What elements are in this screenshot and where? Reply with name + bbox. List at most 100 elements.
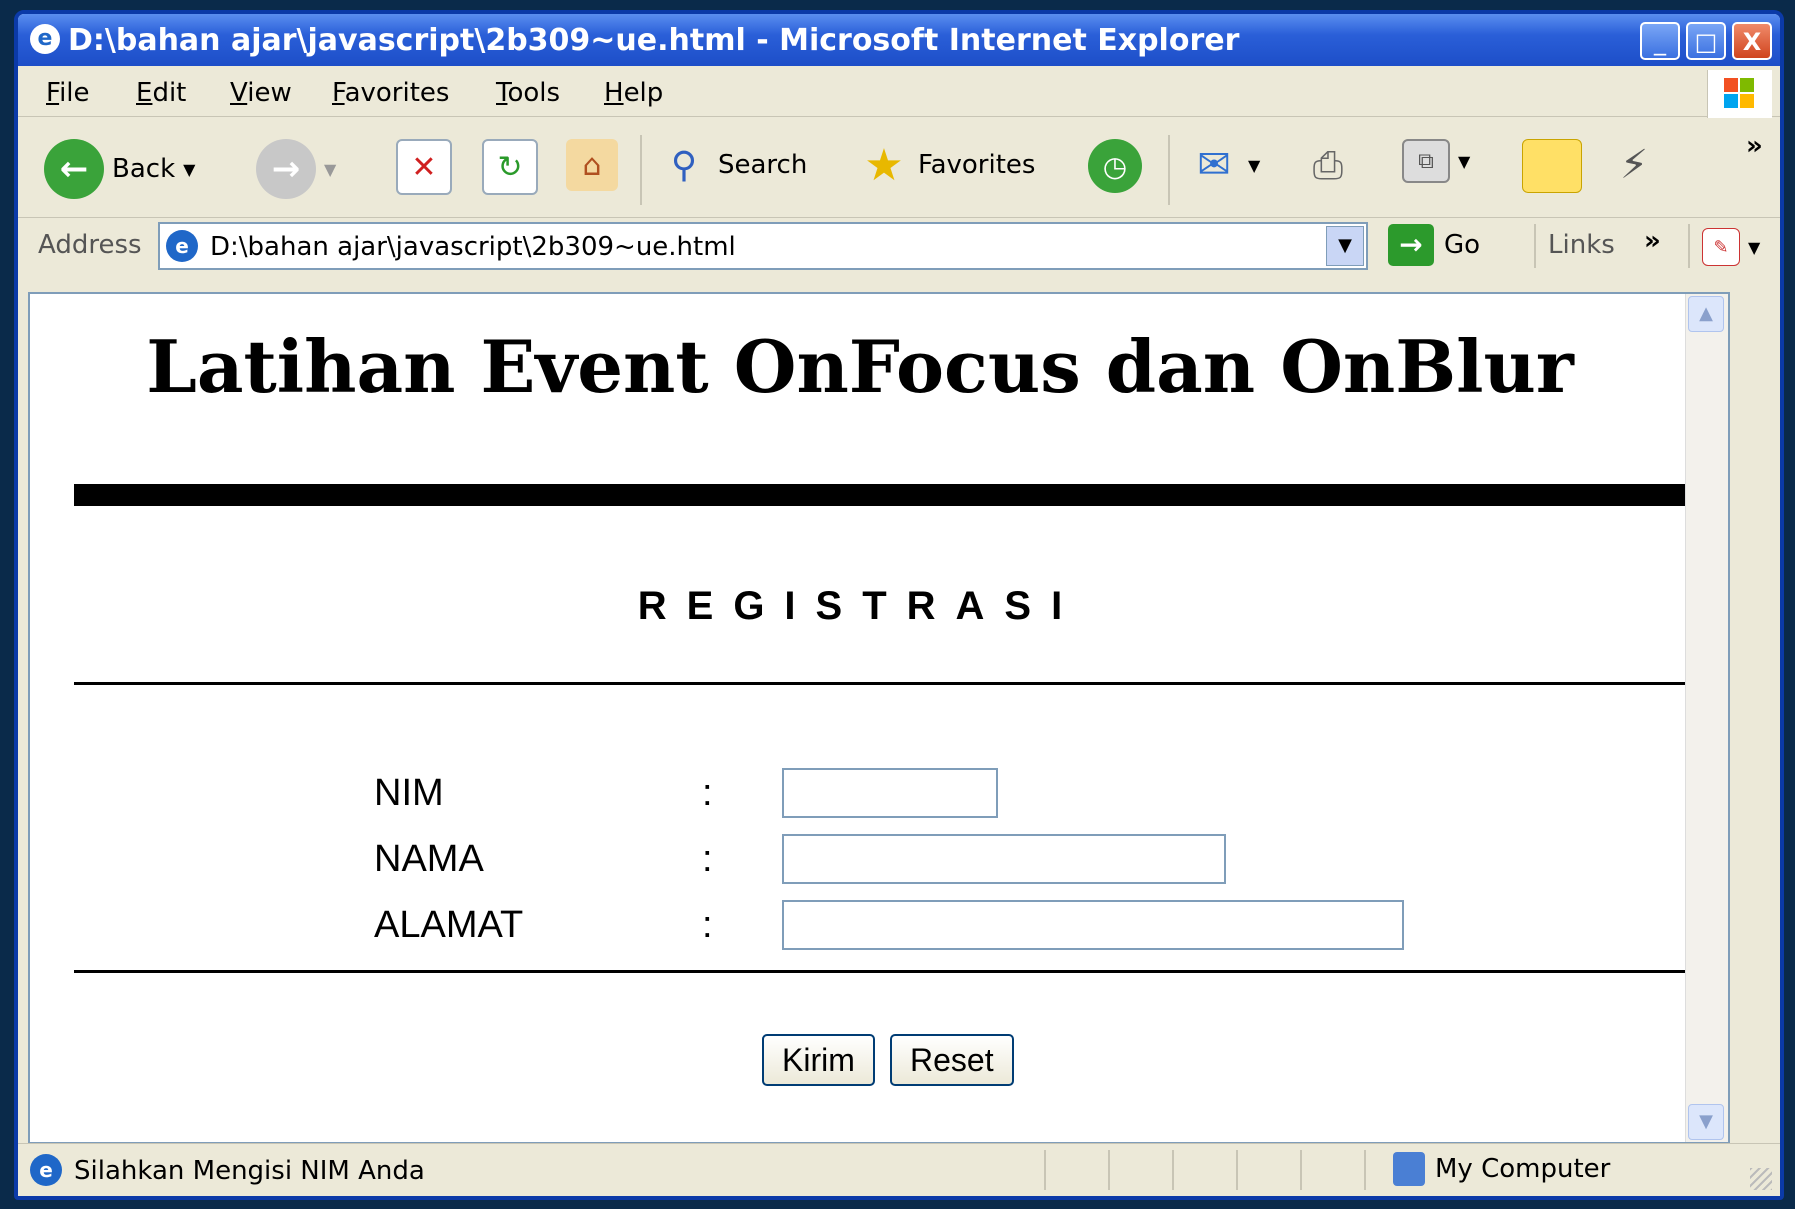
nama-colon: : [702,838,713,880]
toolbar: ← Back ▼ → ▼ ✕ ↻ ⌂ ⚲ Search ★ Favorites … [18,117,1780,218]
menu-tools[interactable]: Tools [496,78,560,108]
page-content: Latihan Event OnFocus dan OnBlur REGISTR… [28,292,1730,1144]
refresh-icon: ↻ [482,139,538,195]
address-dropdown-icon[interactable]: ▼ [1326,226,1364,266]
history-icon: ◷ [1088,139,1142,193]
security-zone: My Computer [1393,1152,1610,1186]
nim-label: NIM [374,772,444,814]
submit-button[interactable]: Kirim [762,1034,875,1086]
address-bar: Address e D:\bahan ajar\javascript\2b309… [18,218,1780,274]
address-url: D:\bahan ajar\javascript\2b309~ue.html [210,232,736,262]
nama-label: NAMA [374,838,484,880]
address-label: Address [38,230,142,260]
nim-colon: : [702,772,713,814]
pdf-icon: ✎ [1702,228,1740,266]
menu-bar: File Edit View Favorites Tools Help [18,66,1780,117]
menu-edit[interactable]: Edit [136,78,186,108]
history-button[interactable]: ◷ [1088,139,1142,193]
computer-icon [1393,1152,1425,1186]
status-page-icon: e [30,1154,62,1186]
vertical-scrollbar[interactable]: ▲ ▼ [1685,294,1728,1142]
pdf-dropdown-icon[interactable]: ▼ [1748,238,1760,257]
forward-dropdown-icon: ▼ [324,159,337,179]
menu-favorites[interactable]: Favorites [332,78,449,108]
mail-button[interactable]: ✉ ▼ [1188,139,1260,191]
lightning-icon: ⚡ [1619,142,1649,188]
home-button[interactable]: ⌂ [566,139,618,191]
edit-dropdown-icon[interactable]: ▼ [1458,152,1470,171]
section-heading: REGISTRASI [637,584,1083,628]
stop-button[interactable]: ✕ [396,139,452,195]
status-separator [1172,1150,1174,1190]
toolbar-separator [1168,135,1170,205]
star-icon: ★ [864,139,904,191]
notes-icon [1522,139,1582,193]
menu-file[interactable]: File [46,78,90,108]
printer-icon: ⎙ [1312,142,1344,187]
close-button[interactable]: X [1732,22,1772,60]
home-icon: ⌂ [566,139,618,191]
thick-divider [74,484,1696,506]
print-button[interactable]: ⎙ [1302,139,1354,191]
edit-button[interactable]: ⧉ ▼ [1402,139,1470,183]
links-button[interactable]: Links [1548,230,1615,260]
links-more-icon[interactable]: » [1644,226,1661,256]
nim-input[interactable] [782,768,998,818]
title-bar[interactable]: e D:\bahan ajar\javascript\2b309~ue.html… [18,14,1780,66]
status-text: Silahkan Mengisi NIM Anda [74,1156,425,1186]
maximize-button[interactable]: □ [1686,22,1726,60]
resize-grip-icon[interactable] [1750,1168,1772,1190]
favorites-button[interactable]: ★ Favorites [858,139,1035,191]
address-separator [1534,224,1536,268]
forward-button[interactable]: → ▼ [256,139,336,199]
minimize-button[interactable]: _ [1640,22,1680,60]
refresh-button[interactable]: ↻ [482,139,538,195]
pdf-button[interactable]: ✎ ▼ [1702,228,1760,266]
back-button[interactable]: ← Back ▼ [44,139,195,199]
address-input[interactable]: e D:\bahan ajar\javascript\2b309~ue.html… [158,222,1368,270]
alamat-colon: : [702,904,713,946]
toolbar-separator [640,135,642,205]
windows-logo-icon [1707,70,1772,118]
search-icon: ⚲ [670,144,698,186]
window-title: D:\bahan ajar\javascript\2b309~ue.html -… [68,23,1240,58]
mail-icon: ✉ [1197,142,1231,188]
stop-icon: ✕ [396,139,452,195]
scroll-up-icon[interactable]: ▲ [1688,296,1724,332]
search-button[interactable]: ⚲ Search [658,139,808,191]
divider [74,682,1696,685]
scroll-down-icon[interactable]: ▼ [1688,1104,1724,1140]
mail-dropdown-icon[interactable]: ▼ [1248,156,1260,175]
status-separator [1236,1150,1238,1190]
notes-button[interactable] [1522,139,1582,193]
status-separator [1300,1150,1302,1190]
ie-icon: e [30,24,60,54]
menu-view[interactable]: View [230,78,292,108]
nama-input[interactable] [782,834,1226,884]
back-label: Back [112,154,176,184]
status-separator [1108,1150,1110,1190]
address-separator [1688,224,1690,268]
alamat-input[interactable] [782,900,1404,950]
back-dropdown-icon[interactable]: ▼ [183,160,195,179]
menu-help[interactable]: Help [604,78,663,108]
search-label: Search [718,150,808,180]
edit-icon: ⧉ [1402,139,1450,183]
go-button[interactable]: → Go [1388,224,1480,266]
status-bar: e Silahkan Mengisi NIM Anda My Computer [18,1143,1780,1196]
go-label: Go [1444,230,1481,260]
alamat-label: ALAMAT [374,904,524,946]
status-separator [1364,1150,1366,1190]
messenger-button[interactable]: ⚡ [1608,139,1660,191]
back-arrow-icon: ← [44,139,104,199]
zone-label: My Computer [1435,1154,1611,1184]
status-separator [1044,1150,1046,1190]
go-arrow-icon: → [1388,224,1434,266]
favorites-label: Favorites [918,150,1036,180]
browser-window: e D:\bahan ajar\javascript\2b309~ue.html… [14,10,1784,1200]
divider [74,970,1696,973]
page-icon: e [166,230,198,262]
toolbar-more-icon[interactable]: » [1746,131,1763,161]
forward-arrow-icon: → [256,139,316,199]
reset-button[interactable]: Reset [890,1034,1014,1086]
